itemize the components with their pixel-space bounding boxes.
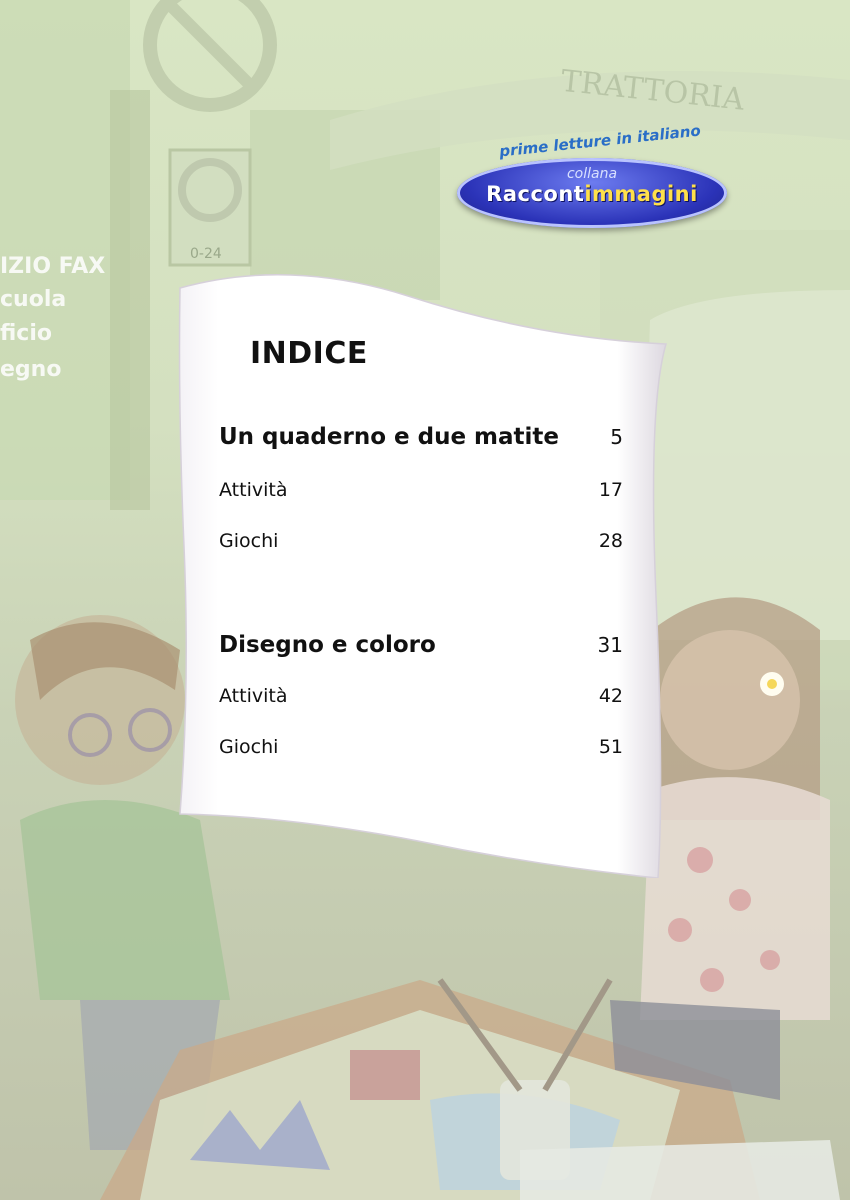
toc-section-2[interactable]: Disegno e coloro 31 bbox=[219, 632, 623, 658]
toc-item-1-1[interactable]: Attività 17 bbox=[219, 479, 623, 501]
toc-item-label: Attività bbox=[219, 685, 288, 707]
toc-section-1[interactable]: Un quaderno e due matite 5 bbox=[219, 424, 623, 450]
shop-sign-line-1: IZIO FAX bbox=[0, 254, 105, 279]
logo-series-prefix: collana bbox=[566, 166, 618, 182]
series-logo: prime letture in italiano collana Raccon… bbox=[455, 121, 735, 238]
logo-series-name: Raccontimmagini bbox=[457, 182, 727, 206]
toc-item-2-2[interactable]: Giochi 51 bbox=[219, 736, 623, 758]
toc-item-label: Giochi bbox=[219, 736, 279, 758]
shop-sign-line-2: cuola bbox=[0, 287, 66, 312]
index-paper: INDICE Un quaderno e due matite 5 Attivi… bbox=[178, 266, 670, 878]
toc-item-page: 42 bbox=[598, 685, 623, 707]
toc-item-2-1[interactable]: Attività 42 bbox=[219, 685, 623, 707]
toc-item-page: 28 bbox=[598, 530, 623, 552]
parking-hours: 0-24 bbox=[190, 246, 222, 262]
logo-name-part-2: immagini bbox=[584, 182, 698, 206]
toc-item-1-2[interactable]: Giochi 28 bbox=[219, 530, 623, 552]
shop-sign-line-3: ficio bbox=[0, 321, 52, 346]
toc-item-label: Attività bbox=[219, 479, 288, 501]
toc-item-page: 51 bbox=[598, 736, 623, 758]
toc-section-1-title: Un quaderno e due matite bbox=[219, 424, 560, 450]
toc-section-2-page: 31 bbox=[597, 633, 623, 657]
toc-item-page: 17 bbox=[598, 479, 623, 501]
shop-sign-line-4: egno bbox=[0, 357, 61, 382]
logo-badge: collana Raccontimmagini bbox=[457, 158, 727, 228]
toc-section-1-page: 5 bbox=[610, 425, 623, 449]
logo-name-part-1: Raccont bbox=[486, 182, 585, 206]
table-of-contents: INDICE Un quaderno e due matite 5 Attivi… bbox=[178, 266, 670, 878]
toc-section-2-title: Disegno e coloro bbox=[219, 632, 436, 658]
index-title: INDICE bbox=[250, 336, 368, 371]
toc-item-label: Giochi bbox=[219, 530, 279, 552]
